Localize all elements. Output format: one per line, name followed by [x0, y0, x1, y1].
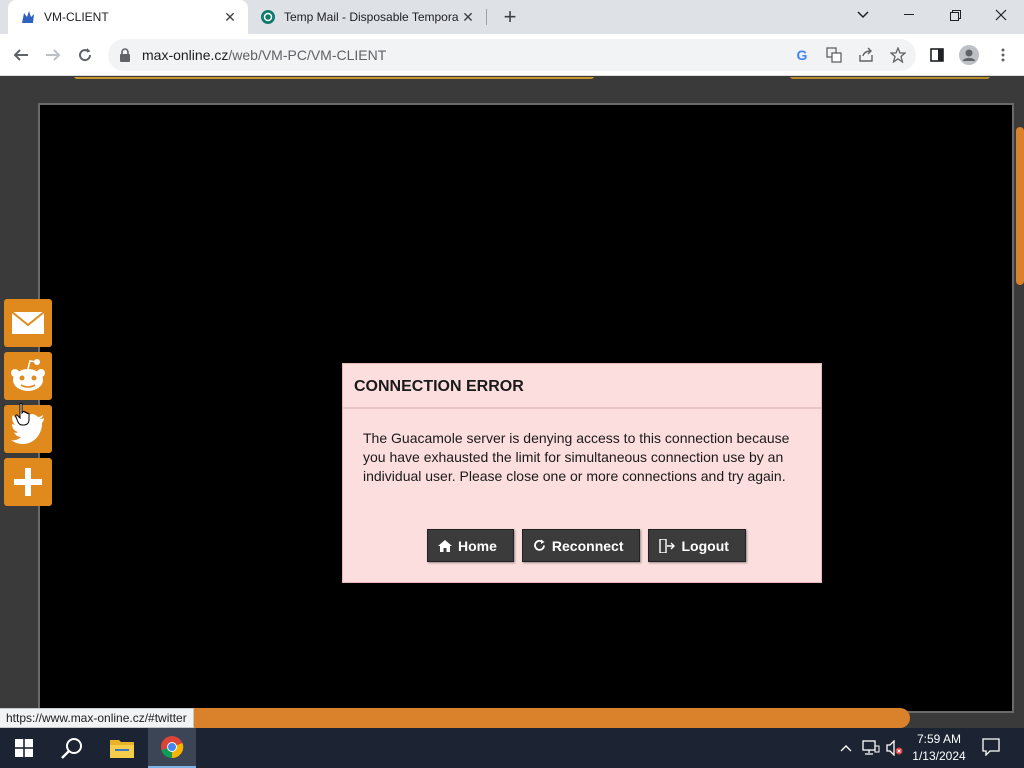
address-bar[interactable]: max-online.cz/web/VM-PC/VM-CLIENT G	[108, 39, 916, 71]
browser-tab-strip: VM-CLIENT ✕ Temp Mail - Disposable Tempo…	[0, 0, 1024, 34]
folder-icon	[110, 740, 134, 758]
tempmail-icon	[261, 10, 275, 24]
reconnect-button-label: Reconnect	[551, 537, 624, 554]
tab-close-icon[interactable]: ✕	[222, 9, 238, 25]
home-button[interactable]: Home	[427, 529, 514, 562]
search-icon	[61, 738, 82, 759]
refresh-icon	[534, 539, 545, 551]
chrome-taskbar-button[interactable]	[148, 728, 196, 768]
share-more-button[interactable]	[4, 458, 52, 506]
share-email-button[interactable]	[4, 299, 52, 347]
dialog-button-row: Home Reconnect Logout	[427, 529, 746, 562]
tab-title: VM-CLIENT	[44, 10, 109, 24]
page-scrollbar[interactable]	[1014, 77, 1024, 728]
windows-taskbar: 7:59 AM 1/13/2024	[0, 728, 1024, 768]
reload-icon[interactable]	[72, 42, 98, 68]
page-content: CONNECTION ERROR The Guacamole server is…	[0, 77, 1024, 728]
tab-temp-mail[interactable]: Temp Mail - Disposable Tempora ✕	[248, 0, 486, 34]
restore-icon[interactable]	[932, 0, 978, 30]
kebab-menu-icon[interactable]	[992, 44, 1014, 66]
clock-date: 1/13/2024	[912, 749, 966, 763]
side-panel-icon[interactable]	[926, 44, 948, 66]
back-arrow-icon[interactable]	[8, 42, 34, 68]
dialog-title: CONNECTION ERROR	[343, 364, 821, 409]
taskbar-search-button[interactable]	[48, 728, 96, 768]
share-icon[interactable]	[856, 45, 876, 65]
tab-close-icon[interactable]: ✕	[460, 9, 476, 25]
forward-arrow-icon[interactable]	[40, 42, 66, 68]
tab-vm-client[interactable]: VM-CLIENT ✕	[8, 0, 248, 34]
url-host: max-online.cz	[142, 47, 229, 63]
plus-icon	[14, 468, 42, 496]
connection-error-dialog: CONNECTION ERROR The Guacamole server is…	[342, 363, 822, 583]
status-bar-url: https://www.max-online.cz/#twitter	[0, 708, 194, 728]
translate-icon[interactable]	[824, 45, 844, 65]
wolf-logo-icon	[22, 11, 34, 23]
tab-search-chevron-icon[interactable]	[840, 0, 886, 30]
clock-time: 7:59 AM	[916, 732, 962, 746]
tab-divider	[486, 9, 487, 25]
google-lens-icon[interactable]: G	[792, 45, 812, 65]
browser-toolbar: max-online.cz/web/VM-PC/VM-CLIENT G	[0, 34, 1024, 76]
url-path: /web/VM-PC/VM-CLIENT	[228, 47, 387, 63]
windows-logo-icon	[15, 739, 33, 757]
tray-chevron-up-icon[interactable]	[840, 740, 852, 755]
scrollbar-thumb[interactable]	[1016, 127, 1024, 285]
reddit-icon	[11, 359, 45, 391]
logout-icon	[659, 538, 676, 553]
lock-icon[interactable]	[120, 48, 130, 62]
network-icon[interactable]	[862, 740, 880, 759]
page-header-remnant	[0, 77, 1014, 83]
share-reddit-button[interactable]	[4, 352, 52, 400]
home-button-label: Home	[458, 537, 497, 554]
chrome-icon	[161, 736, 184, 759]
new-tab-button[interactable]: +	[498, 4, 522, 29]
taskbar-clock[interactable]: 7:59 AM 1/13/2024	[906, 731, 972, 765]
bookmark-star-icon[interactable]	[888, 45, 908, 65]
file-explorer-button[interactable]	[98, 728, 146, 768]
logout-button-label: Logout	[681, 537, 729, 554]
hand-cursor-icon	[15, 403, 30, 426]
volume-muted-icon[interactable]	[886, 739, 904, 759]
close-window-icon[interactable]	[978, 0, 1024, 30]
minimize-icon[interactable]	[886, 0, 932, 30]
start-button[interactable]	[0, 728, 48, 768]
reconnect-button[interactable]: Reconnect	[521, 529, 641, 562]
url-text[interactable]: max-online.cz/web/VM-PC/VM-CLIENT	[142, 47, 386, 63]
profile-avatar-icon[interactable]	[958, 44, 980, 66]
logout-button[interactable]: Logout	[648, 529, 746, 562]
tab-title: Temp Mail - Disposable Tempora	[284, 10, 459, 24]
home-icon	[438, 539, 452, 552]
dialog-message: The Guacamole server is denying access t…	[363, 430, 790, 484]
envelope-icon	[11, 311, 45, 334]
notification-icon[interactable]	[982, 738, 1000, 759]
